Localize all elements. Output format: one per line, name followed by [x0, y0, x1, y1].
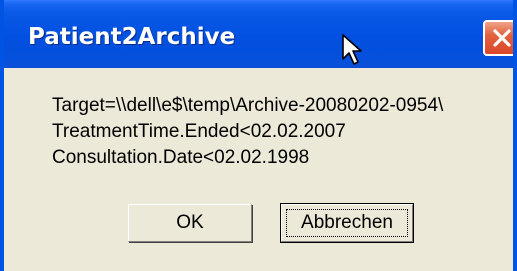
message-line-consultation: Consultation.Date<02.02.1998 — [52, 147, 310, 168]
cancel-button[interactable]: Abbrechen — [280, 203, 414, 243]
dialog-title: Patient2Archive — [28, 24, 236, 50]
message-text: Target=\\dell\e$\temp\Archive-20080202-0… — [52, 93, 443, 171]
message-line-target: Target=\\dell\e$\temp\Archive-20080202-0… — [52, 95, 444, 116]
ok-button[interactable]: OK — [128, 204, 252, 242]
close-icon — [493, 29, 511, 47]
dialog-window: Patient2Archive Target=\\dell\e$\temp\Ar… — [0, 0, 517, 271]
ok-button-label: OK — [176, 212, 204, 233]
close-button[interactable] — [483, 20, 513, 56]
title-bar[interactable]: Patient2Archive — [4, 0, 513, 68]
cancel-button-label: Abbrechen — [301, 212, 393, 233]
message-line-treatment: TreatmentTime.Ended<02.02.2007 — [52, 121, 346, 142]
mouse-pointer-icon — [341, 33, 365, 72]
